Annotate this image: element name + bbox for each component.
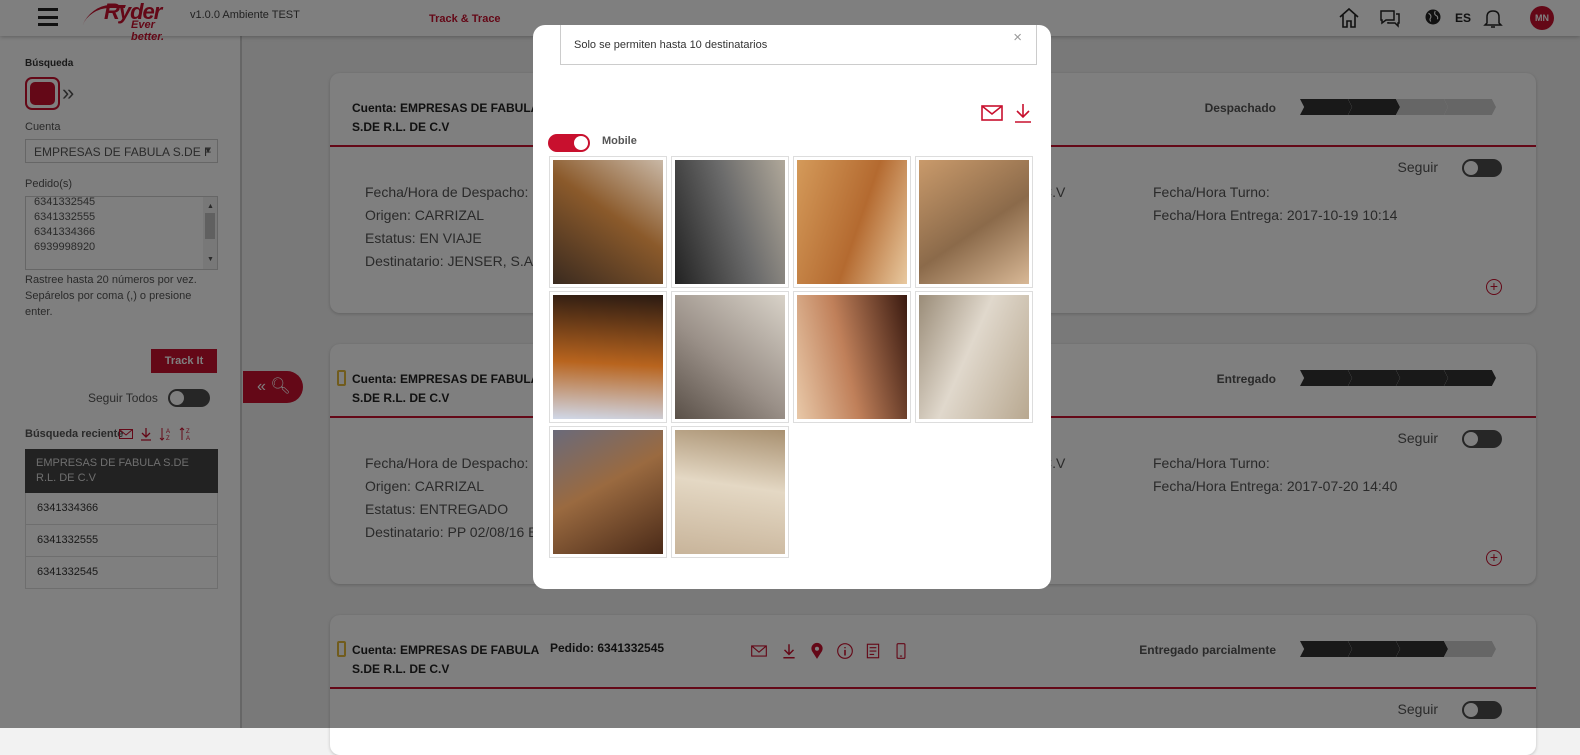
mail-icon[interactable] — [980, 102, 1004, 124]
photo-thumbnail[interactable] — [549, 291, 667, 423]
photo-3 — [797, 160, 907, 284]
download-icon[interactable] — [1012, 102, 1034, 124]
alert-banner: Solo se permiten hasta 10 destinatarios … — [560, 25, 1037, 65]
photo-thumbnail[interactable] — [793, 291, 911, 423]
modal-actions — [980, 102, 1035, 124]
photo-thumbnail[interactable] — [915, 156, 1033, 288]
photo-thumbnail[interactable] — [549, 156, 667, 288]
photo-6 — [675, 295, 785, 419]
photo-4 — [919, 160, 1029, 284]
photo-5 — [553, 295, 663, 419]
photo-thumbnail[interactable] — [793, 156, 911, 288]
photo-thumbnail[interactable] — [671, 426, 789, 558]
photo-9 — [553, 430, 663, 554]
mobile-toggle-label: Mobile — [602, 135, 637, 147]
photo-8 — [919, 295, 1029, 419]
photo-gallery-modal: Solo se permiten hasta 10 destinatarios … — [533, 25, 1051, 589]
alert-text: Solo se permiten hasta 10 destinatarios — [574, 39, 768, 51]
photo-1 — [553, 160, 663, 284]
photo-7 — [797, 295, 907, 419]
photo-thumbnail[interactable] — [549, 426, 667, 558]
photo-thumbnail[interactable] — [671, 291, 789, 423]
photo-thumbnail[interactable] — [671, 156, 789, 288]
photo-2 — [675, 160, 785, 284]
photo-10 — [675, 430, 785, 554]
mobile-toggle[interactable] — [548, 134, 590, 152]
photo-thumbnail[interactable] — [915, 291, 1033, 423]
close-icon[interactable]: × — [1013, 29, 1022, 46]
